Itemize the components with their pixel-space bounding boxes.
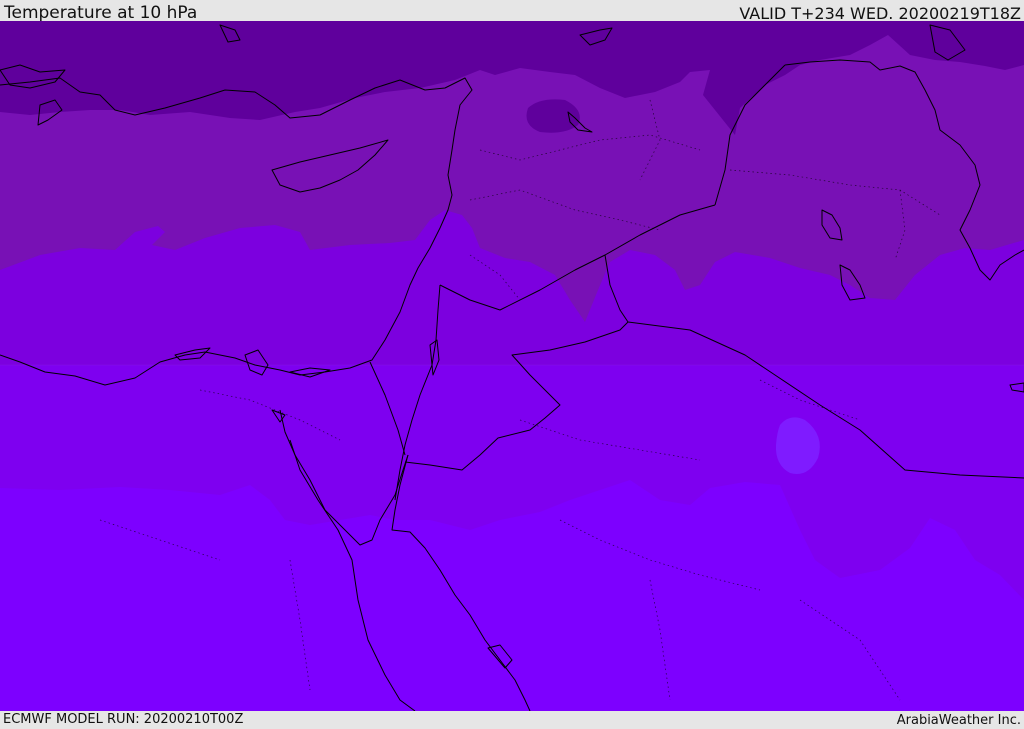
model-run-label: ECMWF MODEL RUN: 20200210T00Z [3, 712, 244, 727]
map-frame: Temperature at 10 hPa VALID T+234 WED. 2… [0, 0, 1024, 729]
map-title: Temperature at 10 hPa [4, 3, 198, 23]
cold-blob [526, 99, 580, 133]
credit-label: ArabiaWeather Inc. [896, 713, 1021, 728]
temperature-map [0, 21, 1024, 711]
